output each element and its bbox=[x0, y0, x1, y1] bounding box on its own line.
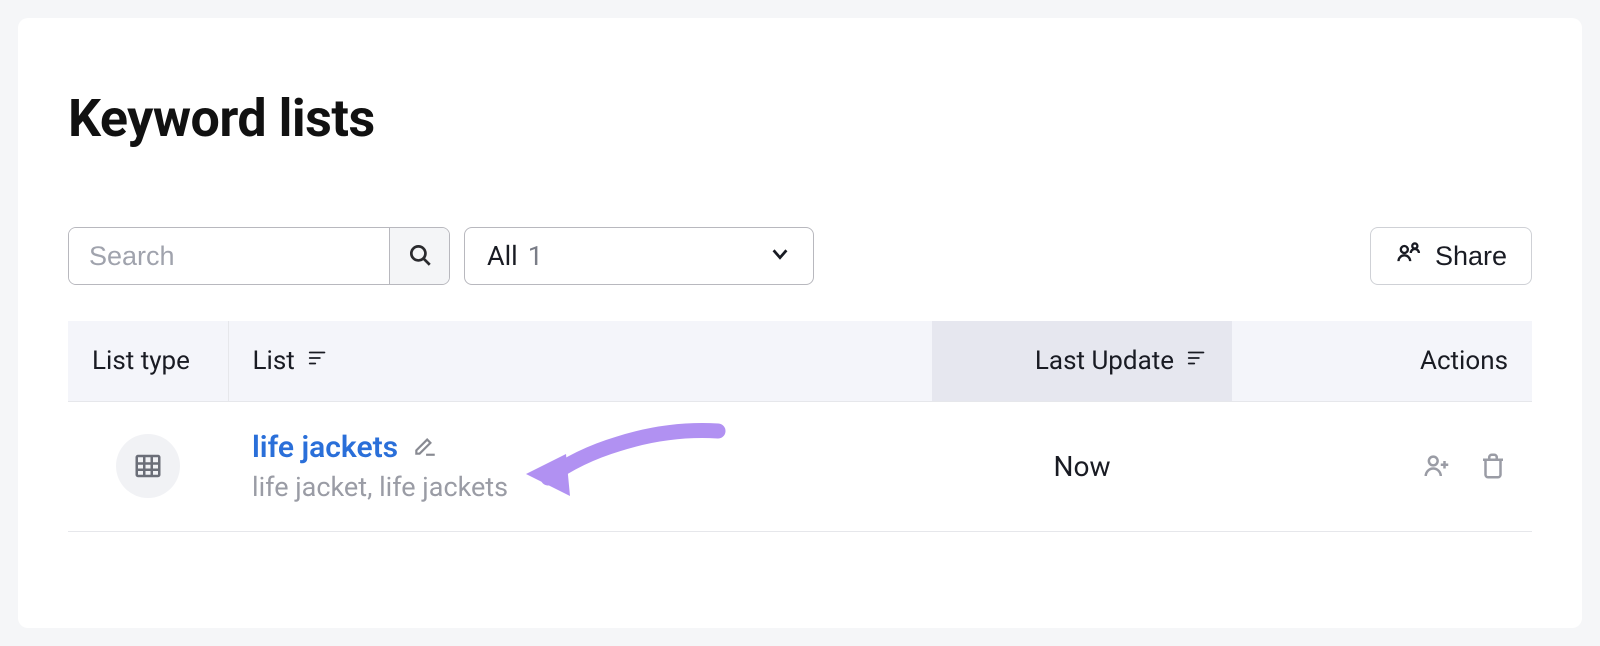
table-row: life jackets life jacket, life jackets N… bbox=[68, 401, 1532, 531]
share-icon bbox=[1395, 239, 1423, 274]
list-type-cell bbox=[92, 434, 204, 498]
column-header-list-label: List bbox=[253, 346, 295, 376]
search-button[interactable] bbox=[389, 228, 449, 284]
page-title: Keyword lists bbox=[68, 88, 1532, 149]
column-header-list-type[interactable]: List type bbox=[68, 321, 228, 401]
sort-icon bbox=[307, 346, 329, 376]
edit-icon[interactable] bbox=[412, 432, 438, 462]
chevron-down-icon bbox=[769, 243, 791, 269]
keyword-lists-panel: Keyword lists All 1 bbox=[18, 18, 1582, 628]
column-header-list[interactable]: List bbox=[228, 321, 932, 401]
list-cell: life jackets life jacket, life jackets bbox=[252, 430, 908, 503]
last-update-cell: Now bbox=[932, 401, 1232, 531]
share-button[interactable]: Share bbox=[1370, 227, 1532, 285]
column-header-actions: Actions bbox=[1232, 321, 1532, 401]
filter-count: 1 bbox=[528, 240, 543, 272]
search-icon bbox=[407, 242, 433, 271]
filter-dropdown[interactable]: All 1 bbox=[464, 227, 814, 285]
share-label: Share bbox=[1435, 241, 1507, 272]
column-header-last-update-label: Last Update bbox=[1035, 346, 1174, 376]
column-header-last-update[interactable]: Last Update bbox=[932, 321, 1232, 401]
search-wrap bbox=[68, 227, 450, 285]
filter-label: All bbox=[487, 240, 518, 272]
table-icon bbox=[116, 434, 180, 498]
table-header-row: List type List Last Update bbox=[68, 321, 1532, 401]
search-input[interactable] bbox=[69, 228, 389, 284]
list-subtitle: life jacket, life jackets bbox=[252, 471, 908, 503]
keyword-lists-table: List type List Last Update bbox=[68, 321, 1532, 532]
sort-icon bbox=[1186, 346, 1208, 376]
toolbar: All 1 Share bbox=[68, 227, 1532, 285]
add-user-icon[interactable] bbox=[1422, 451, 1452, 481]
trash-icon[interactable] bbox=[1478, 451, 1508, 481]
list-name-link[interactable]: life jackets bbox=[252, 430, 398, 465]
actions-cell bbox=[1256, 451, 1508, 481]
